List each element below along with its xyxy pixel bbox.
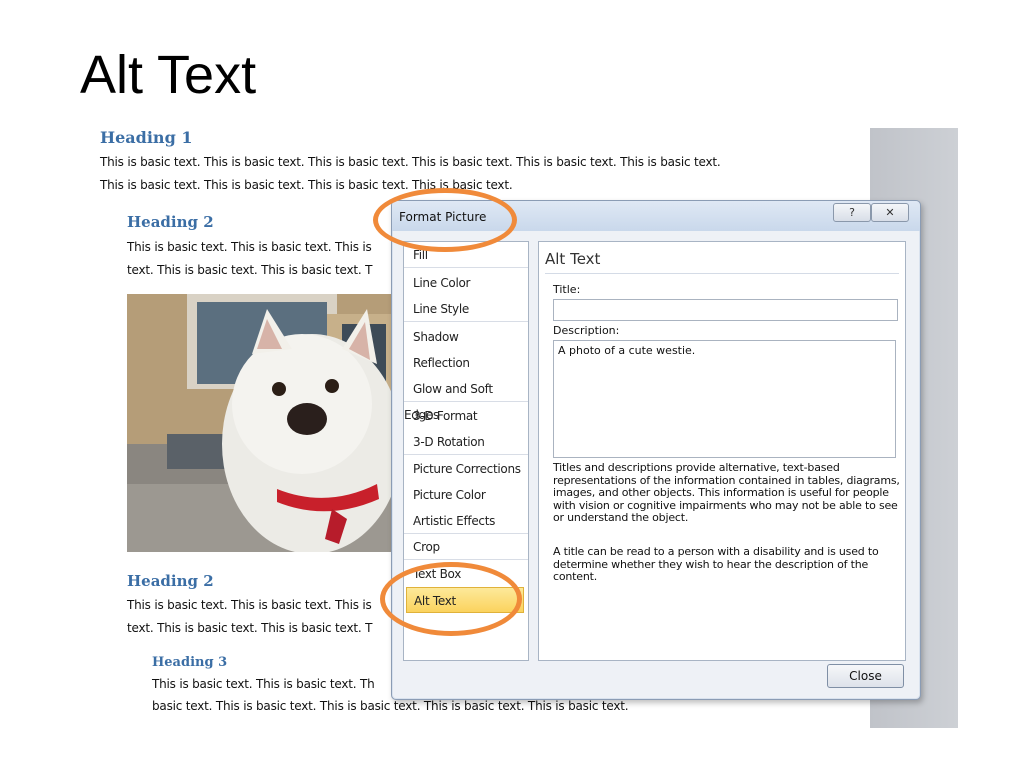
nav-item-artistic-effects[interactable]: Artistic Effects <box>404 508 528 534</box>
body-text-line: This is basic text. This is basic text. … <box>127 240 372 254</box>
heading-1: Heading 1 <box>100 128 193 147</box>
nav-item-picture-corrections[interactable]: Picture Corrections <box>404 456 528 482</box>
highlight-ring-alt-text <box>380 562 522 636</box>
nav-item-3d-format[interactable]: 3-D Format <box>404 403 528 429</box>
close-button[interactable]: Close <box>827 664 904 688</box>
nav-item-glow-soft-edges[interactable]: Glow and Soft Edges <box>404 376 528 422</box>
close-icon[interactable]: ✕ <box>871 203 909 222</box>
body-text-line: This is basic text. This is basic text. … <box>100 155 721 169</box>
body-text-line: This is basic text. This is basic text. … <box>127 598 372 612</box>
title-label: Title: <box>553 283 581 296</box>
nav-item-line-style[interactable]: Line Style <box>404 296 528 322</box>
nav-item-reflection[interactable]: Reflection <box>404 350 528 376</box>
body-text-line: text. This is basic text. This is basic … <box>127 263 373 277</box>
help-button[interactable]: ? <box>833 203 871 222</box>
body-text-line: basic text. This is basic text. This is … <box>152 699 629 713</box>
description-label: Description: <box>553 324 620 337</box>
body-text-line: This is basic text. This is basic text. … <box>152 677 375 691</box>
title-input[interactable] <box>553 299 898 321</box>
help-text-paragraph: A title can be read to a person with a d… <box>553 545 879 583</box>
heading-3: Heading 3 <box>152 655 228 670</box>
nav-item-shadow[interactable]: Shadow <box>404 324 528 350</box>
slide-title: Alt Text <box>80 45 257 105</box>
nav-item-crop[interactable]: Crop <box>404 534 528 560</box>
heading-2: Heading 2 <box>127 213 214 231</box>
panel-title: Alt Text <box>545 250 601 268</box>
description-input[interactable]: A photo of a cute westie. <box>553 340 896 458</box>
help-text-paragraph: Titles and descriptions provide alternat… <box>553 461 900 524</box>
alt-text-panel: Alt Text Title: Description: A photo of … <box>538 241 906 661</box>
westie-photo[interactable] <box>127 294 399 552</box>
nav-item-line-color[interactable]: Line Color <box>404 270 528 296</box>
nav-item-3d-rotation[interactable]: 3-D Rotation <box>404 429 528 455</box>
highlight-ring-dialog-title <box>373 188 517 252</box>
panel-divider <box>545 273 899 274</box>
body-text-line: text. This is basic text. This is basic … <box>127 621 373 635</box>
nav-item-picture-color[interactable]: Picture Color <box>404 482 528 508</box>
heading-2: Heading 2 <box>127 572 214 590</box>
